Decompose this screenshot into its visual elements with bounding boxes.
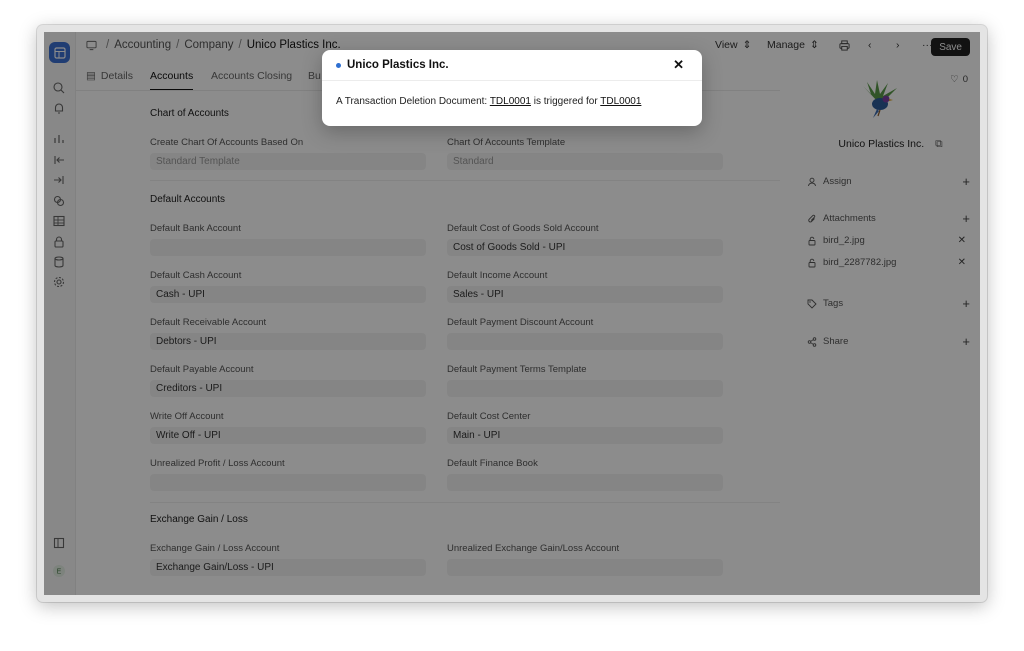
dialog-header: Unico Plastics Inc. ✕ [322, 50, 702, 81]
app-frame: E / Accounting / Company / Unico Plastic… [44, 32, 980, 595]
app-window: E / Accounting / Company / Unico Plastic… [37, 25, 987, 602]
message-text-start: A Transaction Deletion Document: [336, 96, 488, 107]
dialog-message: A Transaction Deletion Document: TDL0001… [336, 96, 641, 107]
dialog-title: Unico Plastics Inc. [347, 59, 449, 71]
close-icon[interactable]: ✕ [673, 58, 684, 72]
message-text-middle: is triggered for [533, 96, 598, 107]
status-dot-icon [336, 62, 341, 68]
transaction-deletion-dialog: Unico Plastics Inc. ✕ A Transaction Dele… [322, 50, 702, 126]
tdl-target-link[interactable]: TDL0001 [600, 96, 641, 107]
tdl-document-link[interactable]: TDL0001 [490, 96, 531, 107]
